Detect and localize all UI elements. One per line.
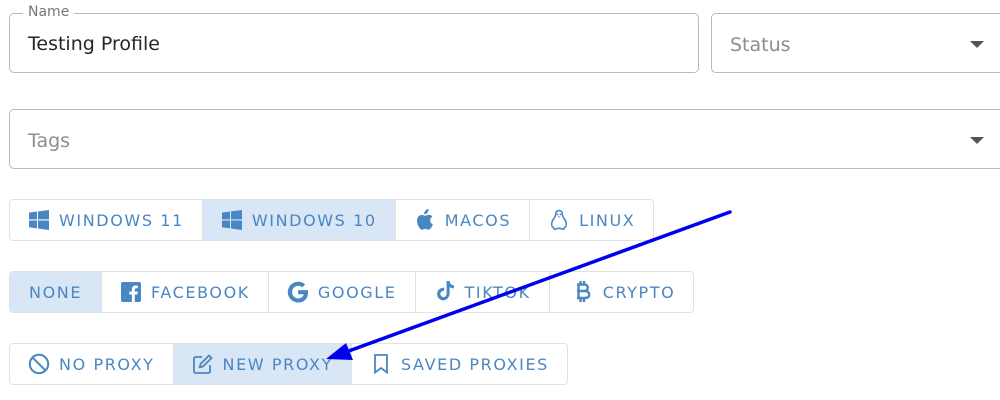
linux-icon bbox=[548, 209, 570, 231]
tags-placeholder: Tags bbox=[28, 130, 71, 152]
bookmark-icon bbox=[370, 353, 392, 375]
saved-proxies-button[interactable]: SAVED PROXIES bbox=[352, 344, 567, 384]
platform-google-label: GOOGLE bbox=[317, 282, 397, 302]
platform-facebook-label: FACEBOOK bbox=[151, 282, 250, 302]
platform-crypto-label: CRYPTO bbox=[602, 282, 676, 302]
status-select[interactable]: Status bbox=[711, 13, 1000, 73]
tiktok-icon bbox=[434, 281, 456, 303]
platform-selector: NONE FACEBOOK GOOGLE TIKTOK CRYPTO bbox=[9, 271, 695, 313]
edit-icon bbox=[192, 353, 214, 375]
os-linux-button[interactable]: LINUX bbox=[530, 200, 653, 240]
google-icon bbox=[287, 281, 309, 303]
chevron-down-icon bbox=[970, 41, 984, 48]
os-linux-label: LINUX bbox=[579, 210, 636, 230]
platform-tiktok-label: TIKTOK bbox=[464, 282, 531, 302]
platform-crypto-button[interactable]: CRYPTO bbox=[550, 272, 694, 312]
windows-icon bbox=[221, 209, 243, 231]
new-proxy-button[interactable]: NEW PROXY bbox=[173, 344, 352, 384]
tags-select[interactable]: Tags bbox=[9, 109, 1000, 169]
os-windows-11-label: WINDOWS 11 bbox=[59, 210, 184, 230]
bitcoin-icon bbox=[572, 281, 594, 303]
proxy-selector: NO PROXY NEW PROXY SAVED PROXIES bbox=[9, 343, 568, 385]
os-selector: WINDOWS 11 WINDOWS 10 MACOS LINUX bbox=[9, 199, 655, 241]
os-windows-10-label: WINDOWS 10 bbox=[251, 210, 377, 230]
name-field-value[interactable]: Testing Profile bbox=[28, 32, 160, 56]
new-proxy-label: NEW PROXY bbox=[222, 354, 333, 374]
os-windows-11-button[interactable]: WINDOWS 11 bbox=[10, 200, 203, 240]
windows-icon bbox=[28, 209, 50, 231]
no-proxy-label: NO PROXY bbox=[59, 354, 155, 374]
no-proxy-button[interactable]: NO PROXY bbox=[10, 344, 174, 384]
profile-form: Name Testing Profile Status Tags WINDOWS… bbox=[0, 0, 1000, 400]
facebook-icon bbox=[120, 281, 142, 303]
saved-proxies-label: SAVED PROXIES bbox=[401, 354, 549, 374]
platform-none-label: NONE bbox=[29, 282, 83, 302]
no-proxy-icon bbox=[28, 353, 50, 375]
status-placeholder: Status bbox=[730, 34, 791, 56]
platform-none-button[interactable]: NONE bbox=[10, 272, 103, 312]
os-macos-label: MACOS bbox=[444, 210, 512, 230]
apple-icon bbox=[414, 209, 436, 231]
name-field-label: Name bbox=[23, 4, 75, 20]
chevron-down-icon bbox=[970, 137, 984, 144]
platform-facebook-button[interactable]: FACEBOOK bbox=[102, 272, 269, 312]
os-macos-button[interactable]: MACOS bbox=[396, 200, 531, 240]
os-windows-10-button[interactable]: WINDOWS 10 bbox=[202, 200, 396, 240]
platform-tiktok-button[interactable]: TIKTOK bbox=[416, 272, 550, 312]
name-field[interactable]: Name Testing Profile bbox=[9, 4, 699, 73]
platform-google-button[interactable]: GOOGLE bbox=[269, 272, 416, 312]
